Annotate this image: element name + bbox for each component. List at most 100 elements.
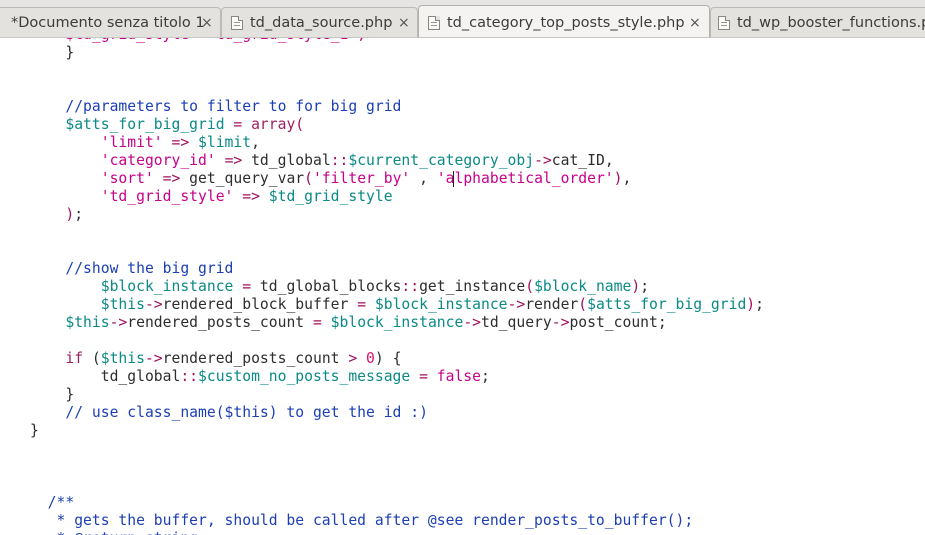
code-token: 'alphabetical_order' <box>436 170 614 187</box>
code-token: ) <box>746 296 756 313</box>
code-token: // use class_name($this) to get the id :… <box>30 404 428 421</box>
code-token: $atts_for_big_grid <box>30 116 225 133</box>
code-token: get_query_var <box>180 170 305 187</box>
code-token: td_global_blocks <box>251 278 402 295</box>
code-token: } <box>30 44 75 61</box>
code-token: $block_instance <box>100 278 234 295</box>
tab-label: td_category_top_posts_style.php <box>447 15 685 31</box>
code-token: //parameters to filter to for big grid <box>30 98 402 115</box>
tab-td-data-source[interactable]: td_data_source.php × <box>221 7 418 37</box>
code-token: } <box>30 422 39 439</box>
code-token: $current_category_obj <box>348 152 535 169</box>
code-token: 0 <box>366 350 375 367</box>
code-line: ); <box>30 206 83 224</box>
code-line: $td_grid_style = td_grid_style_1 ; <box>30 38 366 44</box>
code-token: = <box>312 314 322 331</box>
code-token: $this <box>100 350 145 367</box>
code-token: $this <box>100 296 145 313</box>
code-token: -> <box>144 350 163 367</box>
close-icon[interactable]: × <box>201 15 213 31</box>
code-line: $block_instance = td_global_blocks::get_… <box>30 278 649 296</box>
code-token: td_query <box>481 314 552 331</box>
code-token: ( <box>295 116 305 133</box>
code-token: cat_ID, <box>551 152 614 169</box>
code-token: = <box>419 368 428 385</box>
code-line: } <box>30 44 74 62</box>
code-token: * gets the buffer, should be called afte… <box>30 512 694 529</box>
code-editor[interactable]: $td_grid_style = td_grid_style_1 ; } //p… <box>0 38 925 535</box>
code-line: // use class_name($this) to get the id :… <box>30 404 428 422</box>
code-token: ) <box>65 206 75 223</box>
code-token: rendered_posts_count <box>127 314 313 331</box>
tab-label: *Documento senza titolo 1 <box>11 15 205 31</box>
code-token: ( <box>83 350 101 367</box>
code-token: ( <box>525 278 535 295</box>
tab-documento-senza-titolo[interactable]: *Documento senza titolo 1 × <box>0 7 221 37</box>
code-token: td_global <box>30 368 181 385</box>
code-line: * gets the buffer, should be called afte… <box>30 512 694 530</box>
code-line: * @return string <box>30 530 199 535</box>
code-token: $td_grid_style <box>268 188 393 205</box>
code-token: ; <box>481 368 490 385</box>
code-token: -> <box>144 296 163 313</box>
code-line: 'sort' => get_query_var('filter_by' , 'a… <box>30 170 632 188</box>
code-token: $limit <box>198 134 252 151</box>
code-token: 'limit' <box>100 134 163 151</box>
code-token: ; <box>755 296 764 313</box>
code-token: => <box>224 152 243 169</box>
code-token: :: <box>401 278 420 295</box>
code-token: get_instance <box>419 278 526 295</box>
code-token: $block_name <box>534 278 632 295</box>
code-line: if ($this->rendered_posts_count > 0) { <box>30 350 401 368</box>
code-token: , <box>251 134 260 151</box>
file-icon <box>428 16 440 30</box>
code-token: :: <box>180 368 199 385</box>
code-token: 'filter_by' <box>312 170 411 187</box>
code-token: 'category_id' <box>100 152 216 169</box>
tab-label: td_data_source.php <box>250 15 393 31</box>
tab-td-wp-booster-functions[interactable]: td_wp_booster_functions.php <box>710 7 925 37</box>
code-token: //show the big grid <box>30 260 234 277</box>
code-line: /** <box>30 494 75 512</box>
code-token: -> <box>109 314 128 331</box>
code-token: $td_grid_style = td_grid_style_1 ; <box>30 38 366 43</box>
code-token: , <box>622 170 632 187</box>
code-line: $this->rendered_posts_count = $block_ins… <box>30 314 666 332</box>
code-token: , <box>410 170 437 187</box>
code-token: 'sort' <box>100 170 154 187</box>
code-line: //parameters to filter to for big grid <box>30 98 401 116</box>
close-icon[interactable]: × <box>689 15 701 31</box>
code-token: -> <box>507 296 526 313</box>
code-token: $this <box>65 314 110 331</box>
code-token: * @return string <box>30 530 199 535</box>
code-token: td_global <box>242 152 331 169</box>
code-token: $block_instance <box>374 296 508 313</box>
close-icon[interactable]: × <box>398 15 410 31</box>
code-token: /** <box>30 494 75 511</box>
code-token: $atts_for_big_grid <box>587 296 747 313</box>
code-token: => <box>171 134 190 151</box>
code-token: => <box>242 188 260 205</box>
tab-bar: *Documento senza titolo 1 × td_data_sour… <box>0 0 925 38</box>
tab-label: td_wp_booster_functions.php <box>737 15 925 31</box>
code-line: 'td_grid_style' => $td_grid_style <box>30 188 393 206</box>
code-line: $atts_for_big_grid = array( <box>30 116 304 134</box>
code-token: => <box>162 170 181 187</box>
tab-td-category-top-posts-style[interactable]: td_category_top_posts_style.php × <box>418 5 710 37</box>
code-token: ; <box>74 206 84 223</box>
